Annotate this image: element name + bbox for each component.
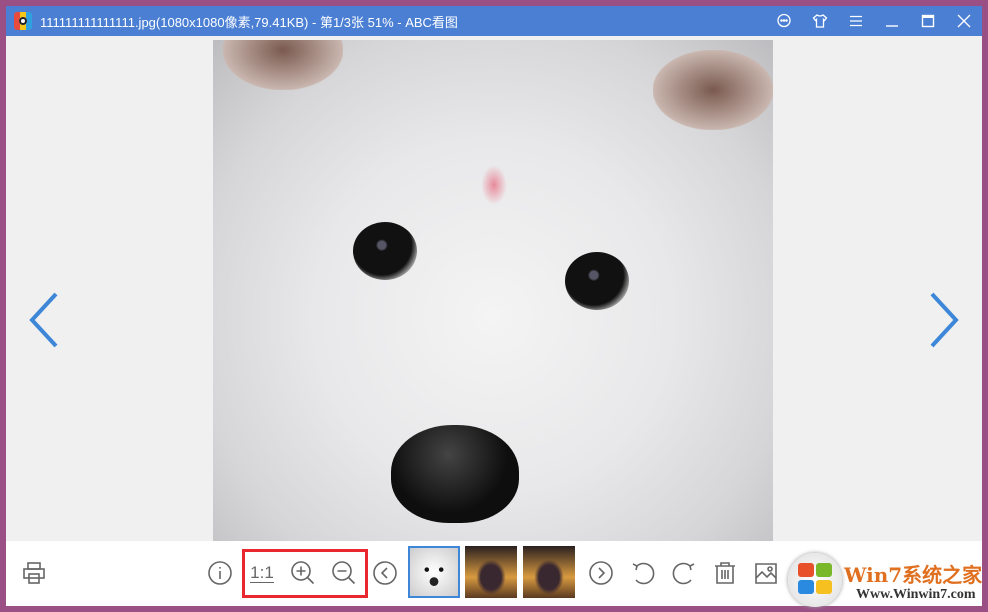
dog-eye xyxy=(565,252,629,310)
rotate-left-icon xyxy=(632,562,655,585)
rotate-right-button[interactable] xyxy=(669,558,699,588)
delete-button[interactable] xyxy=(710,558,740,588)
feedback-button[interactable] xyxy=(766,6,802,36)
info-button[interactable] xyxy=(205,558,235,588)
windows-logo-icon xyxy=(788,553,842,607)
minimize-button[interactable] xyxy=(874,6,910,36)
watermark-url: Www.Winwin7.com xyxy=(856,587,976,602)
dog-nose xyxy=(391,425,519,523)
app-logo-icon xyxy=(14,12,32,30)
next-circle-icon xyxy=(589,561,613,585)
maximize-icon xyxy=(921,14,935,28)
watermark: Win7系统之家 Www.Winwin7.com xyxy=(780,545,988,609)
minimize-icon xyxy=(886,25,898,27)
zoom-in-icon xyxy=(291,561,315,585)
menu-icon xyxy=(850,15,862,27)
rotate-left-button[interactable] xyxy=(628,558,658,588)
print-button[interactable] xyxy=(19,558,49,588)
thumbnail[interactable] xyxy=(523,546,575,598)
rotate-right-icon xyxy=(672,562,695,585)
image-canvas[interactable] xyxy=(213,40,773,542)
chevron-right-icon xyxy=(930,292,959,348)
zoom-out-icon xyxy=(332,561,356,585)
zoom-in-button[interactable] xyxy=(288,558,318,588)
actual-size-label: 1:1 xyxy=(250,562,274,583)
window-title: 111111111111111.jpg(1080x1080像素,79.41KB)… xyxy=(40,14,458,30)
next-thumbnail-button[interactable] xyxy=(586,558,616,588)
close-button[interactable] xyxy=(946,6,982,36)
prev-thumbnail-button[interactable] xyxy=(370,558,400,588)
edit-image-button[interactable] xyxy=(751,558,781,588)
prev-image-button[interactable] xyxy=(24,286,64,356)
thumbnail[interactable] xyxy=(465,546,517,598)
viewer-window: 111111111111111.jpg(1080x1080像素,79.41KB)… xyxy=(6,6,982,606)
skin-icon xyxy=(812,14,828,28)
dog-forehead-spot xyxy=(481,165,507,205)
delete-icon xyxy=(715,562,735,584)
thumbnail-selected[interactable] xyxy=(408,546,460,598)
dog-eye xyxy=(353,222,417,280)
title-bar: 111111111111111.jpg(1080x1080像素,79.41KB)… xyxy=(6,6,982,36)
next-image-button[interactable] xyxy=(924,286,964,356)
watermark-brand: Win7系统之家 xyxy=(844,563,983,587)
close-icon xyxy=(957,14,971,28)
menu-button[interactable] xyxy=(838,6,874,36)
info-icon xyxy=(208,561,232,585)
dog-ear xyxy=(223,40,343,90)
dog-ear xyxy=(653,50,773,130)
maximize-button[interactable] xyxy=(910,6,946,36)
skin-button[interactable] xyxy=(802,6,838,36)
feedback-icon xyxy=(777,13,791,28)
print-icon xyxy=(23,562,45,584)
zoom-out-button[interactable] xyxy=(329,558,359,588)
chevron-left-icon xyxy=(29,292,58,348)
prev-circle-icon xyxy=(373,561,397,585)
edit-image-icon xyxy=(755,563,777,584)
actual-size-button[interactable]: 1:1 xyxy=(247,558,277,588)
